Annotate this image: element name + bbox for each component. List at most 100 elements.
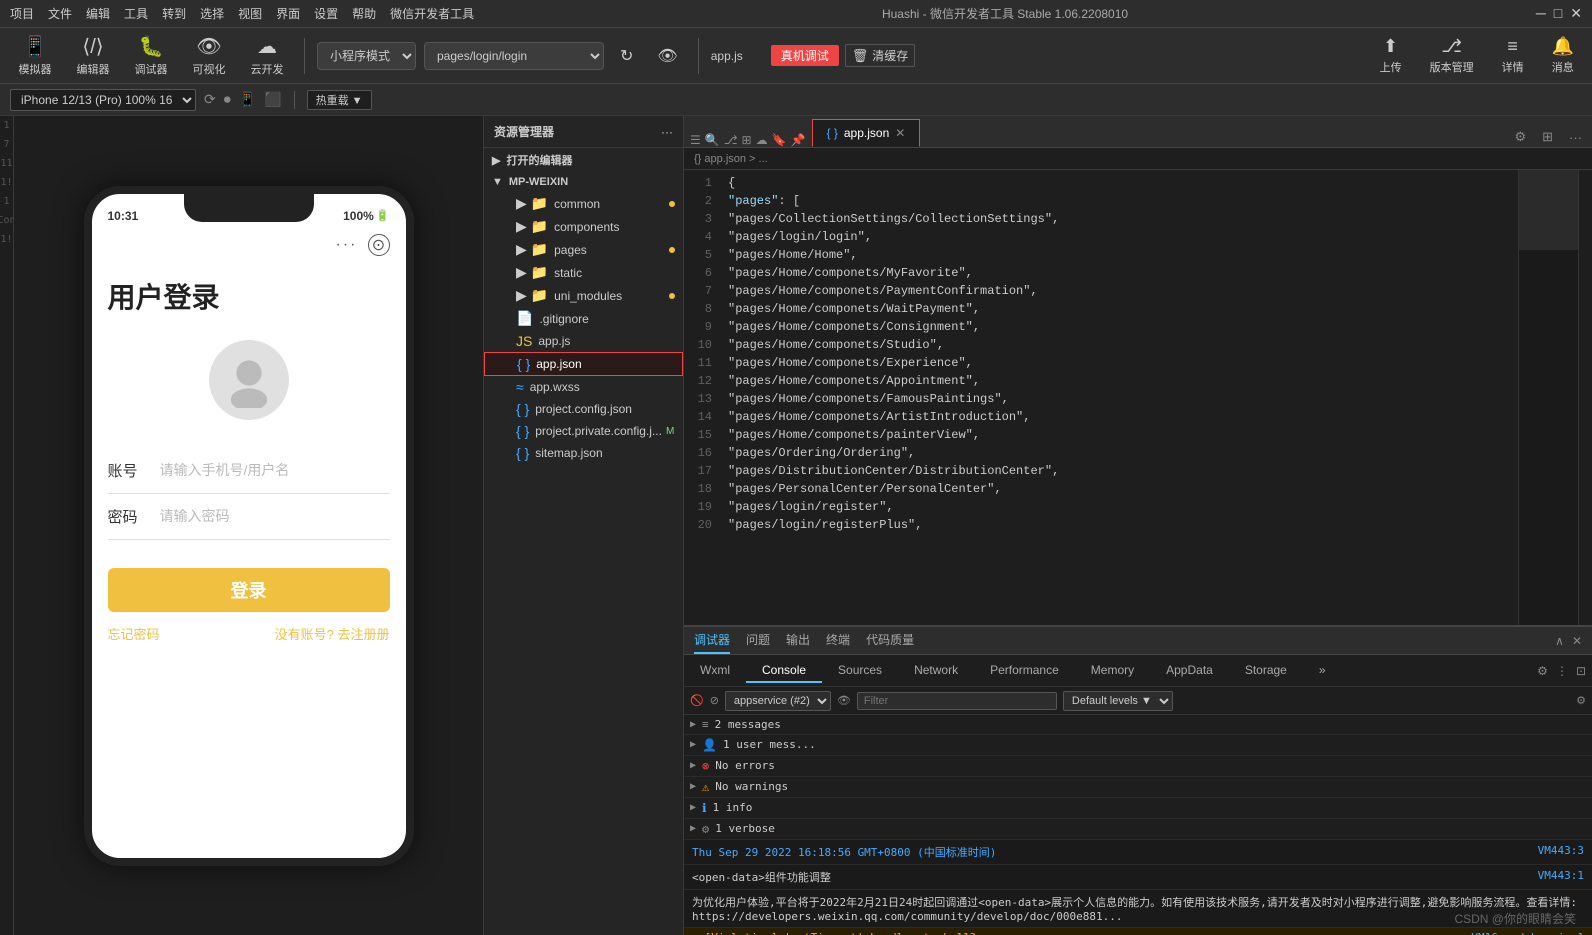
maximize-button[interactable]: □ <box>1554 5 1562 22</box>
devtools-tab-output[interactable]: 输出 <box>786 627 810 654</box>
tree-item-appjs[interactable]: JS app.js <box>484 330 683 352</box>
dt-tab-wxml[interactable]: Wxml <box>684 659 746 683</box>
tree-item-uni-modules[interactable]: ▶ 📁 uni_modules <box>484 284 683 307</box>
console-no-errors[interactable]: ▶ ⊗ No errors <box>684 756 1592 777</box>
devtools-tab-issues[interactable]: 问题 <box>746 627 770 654</box>
console-area[interactable]: ▶ ≡ 2 messages ▶ 👤 1 user mess... ▶ ⊗ No… <box>684 715 1592 935</box>
refresh-button[interactable]: ↻ <box>612 42 641 70</box>
explorer-more-icon[interactable]: ··· <box>661 125 673 139</box>
minimize-button[interactable]: ─ <box>1536 5 1546 22</box>
editor-button[interactable]: ⟨/⟩ 编辑器 <box>68 30 118 81</box>
mobile-icon[interactable]: 📱 <box>239 91 256 108</box>
preview-eye-button[interactable]: 👁 <box>649 42 685 70</box>
tab-close-button[interactable]: ✕ <box>895 126 905 140</box>
device-select[interactable]: iPhone 12/13 (Pro) 100% 16 <box>10 89 196 111</box>
dt-tab-memory[interactable]: Memory <box>1075 659 1150 683</box>
dt-tab-network[interactable]: Network <box>898 659 974 683</box>
dt-tab-storage[interactable]: Storage <box>1229 659 1303 683</box>
console-popout-icon[interactable]: ⊡ <box>1576 664 1586 678</box>
dt-tab-more[interactable]: » <box>1303 659 1342 683</box>
menu-item-wx[interactable]: 微信开发者工具 <box>390 5 474 22</box>
menu-item-view[interactable]: 视图 <box>238 5 262 22</box>
preserve-log-icon[interactable]: ⊘ <box>710 694 719 707</box>
tree-item-projectprivate[interactable]: { } project.private.config.j... M <box>484 420 683 442</box>
levels-select[interactable]: Default levels ▼ <box>1063 691 1173 711</box>
editor-settings-icon[interactable]: ⚙ <box>1510 127 1530 147</box>
devtools-tab-terminal[interactable]: 终端 <box>826 627 850 654</box>
menu-item-project[interactable]: 项目 <box>10 5 34 22</box>
screenshot-icon[interactable]: ⬛ <box>264 91 281 108</box>
close-button[interactable]: ✕ <box>1570 5 1582 22</box>
tree-item-pages[interactable]: ▶ 📁 pages <box>484 238 683 261</box>
devtools-tab-debugger[interactable]: 调试器 <box>694 627 730 654</box>
filter-input[interactable] <box>857 692 1057 710</box>
editor-more-icon[interactable]: ··· <box>1565 128 1586 147</box>
tree-item-gitignore[interactable]: 📄 .gitignore <box>484 307 683 330</box>
cloud-button[interactable]: ☁ 云开发 <box>242 30 292 81</box>
tree-item-components[interactable]: ▶ 📁 components <box>484 215 683 238</box>
menu-item-goto[interactable]: 转到 <box>162 5 186 22</box>
menu-item-file[interactable]: 文件 <box>48 5 72 22</box>
console-settings-btn[interactable]: ⚙ <box>1576 694 1586 707</box>
tree-item-static[interactable]: ▶ 📁 static <box>484 261 683 284</box>
dt-tab-console[interactable]: Console <box>746 659 822 683</box>
console-group-2messages[interactable]: ▶ ≡ 2 messages <box>684 715 1592 735</box>
console-1verbose[interactable]: ▶ ⚙ 1 verbose <box>684 819 1592 840</box>
upload-button[interactable]: ⬆ 上传 <box>1372 32 1410 79</box>
mark-icon[interactable]: 🔖 <box>772 133 787 147</box>
split-icon[interactable]: ⊞ <box>742 133 752 147</box>
forgot-password-link[interactable]: 忘记密码 <box>108 624 160 643</box>
clear-console-icon[interactable]: 🚫 <box>690 694 704 707</box>
debugger-button[interactable]: 🐛 调试器 <box>126 30 176 81</box>
mp-weixin-section[interactable]: ▼ MP-WEIXIN <box>484 172 683 192</box>
tree-item-sitemap[interactable]: { } sitemap.json <box>484 442 683 464</box>
menu-item-select[interactable]: 选择 <box>200 5 224 22</box>
dt-tab-performance[interactable]: Performance <box>974 659 1075 683</box>
register-link[interactable]: 没有账号? 去注册册 <box>275 624 390 643</box>
simulator-button[interactable]: 📱 模拟器 <box>10 30 60 81</box>
console-settings-icon[interactable]: ⚙ <box>1537 664 1548 678</box>
password-input[interactable]: 请输入密码 <box>160 506 230 526</box>
tree-item-appjson[interactable]: { } app.json <box>484 352 683 376</box>
rotate-icon[interactable]: ⟳ <box>204 91 216 108</box>
login-button[interactable]: 登录 <box>108 568 390 612</box>
menu-item-interface[interactable]: 界面 <box>276 5 300 22</box>
devtools-expand-icon[interactable]: ∧ <box>1555 634 1564 648</box>
console-user-messages[interactable]: ▶ 👤 1 user mess... <box>684 735 1592 756</box>
details-button[interactable]: ≡ 详情 <box>1494 32 1532 79</box>
eye-filter-icon[interactable]: 👁 <box>837 694 851 707</box>
path-select[interactable]: pages/login/login <box>424 42 604 70</box>
visual-button[interactable]: 👁 可视化 <box>184 30 234 81</box>
dt-tab-sources[interactable]: Sources <box>822 659 898 683</box>
hotreload-button[interactable]: 热重载 ▼ <box>307 90 372 110</box>
menu-item-settings[interactable]: 设置 <box>314 5 338 22</box>
devtools-close-icon[interactable]: ✕ <box>1572 634 1582 648</box>
menu-item-help[interactable]: 帮助 <box>352 5 376 22</box>
tree-item-appwxss[interactable]: ≈ app.wxss <box>484 376 683 398</box>
tree-item-common[interactable]: ▶ 📁 common <box>484 192 683 215</box>
appservice-select[interactable]: appservice (#2) <box>725 691 831 711</box>
menu-item-tools[interactable]: 工具 <box>124 5 148 22</box>
search-file-icon[interactable]: 🔍 <box>705 133 720 147</box>
dt-tab-appdata[interactable]: AppData <box>1150 659 1229 683</box>
messages-button[interactable]: 🔔 消息 <box>1544 32 1582 79</box>
version-button[interactable]: ⎇ 版本管理 <box>1422 32 1482 79</box>
tab-app-json[interactable]: { } app.json ✕ <box>812 119 921 147</box>
mode-select[interactable]: 小程序模式 <box>317 42 416 70</box>
pin-icon[interactable]: 📌 <box>791 133 806 147</box>
console-1info[interactable]: ▶ ℹ 1 info <box>684 798 1592 819</box>
real-debug-button[interactable]: 真机调试 <box>771 45 839 66</box>
devtools-tab-quality[interactable]: 代码质量 <box>866 627 914 654</box>
console-more-icon[interactable]: ⋮ <box>1556 664 1568 678</box>
code-editor[interactable]: 1234567891011121314151617181920 { "pages… <box>684 170 1592 625</box>
branch-icon[interactable]: ⎇ <box>724 133 738 147</box>
cloud-file-icon[interactable]: ☁ <box>756 133 768 147</box>
record-icon[interactable]: ⏺ <box>224 91 231 108</box>
code-content[interactable]: { "pages": [ "pages/CollectionSettings/C… <box>720 170 1518 625</box>
clearcache-button[interactable]: 🗑 清缓存 <box>845 44 916 67</box>
editor-grid-icon[interactable]: ⊞ <box>1538 127 1557 147</box>
sidebar-toggle-icon[interactable]: ☰ <box>690 133 701 147</box>
menu-item-edit[interactable]: 编辑 <box>86 5 110 22</box>
open-editors-section[interactable]: ▶ 打开的编辑器 <box>484 148 683 172</box>
account-input[interactable]: 请输入手机号/用户名 <box>160 460 290 480</box>
